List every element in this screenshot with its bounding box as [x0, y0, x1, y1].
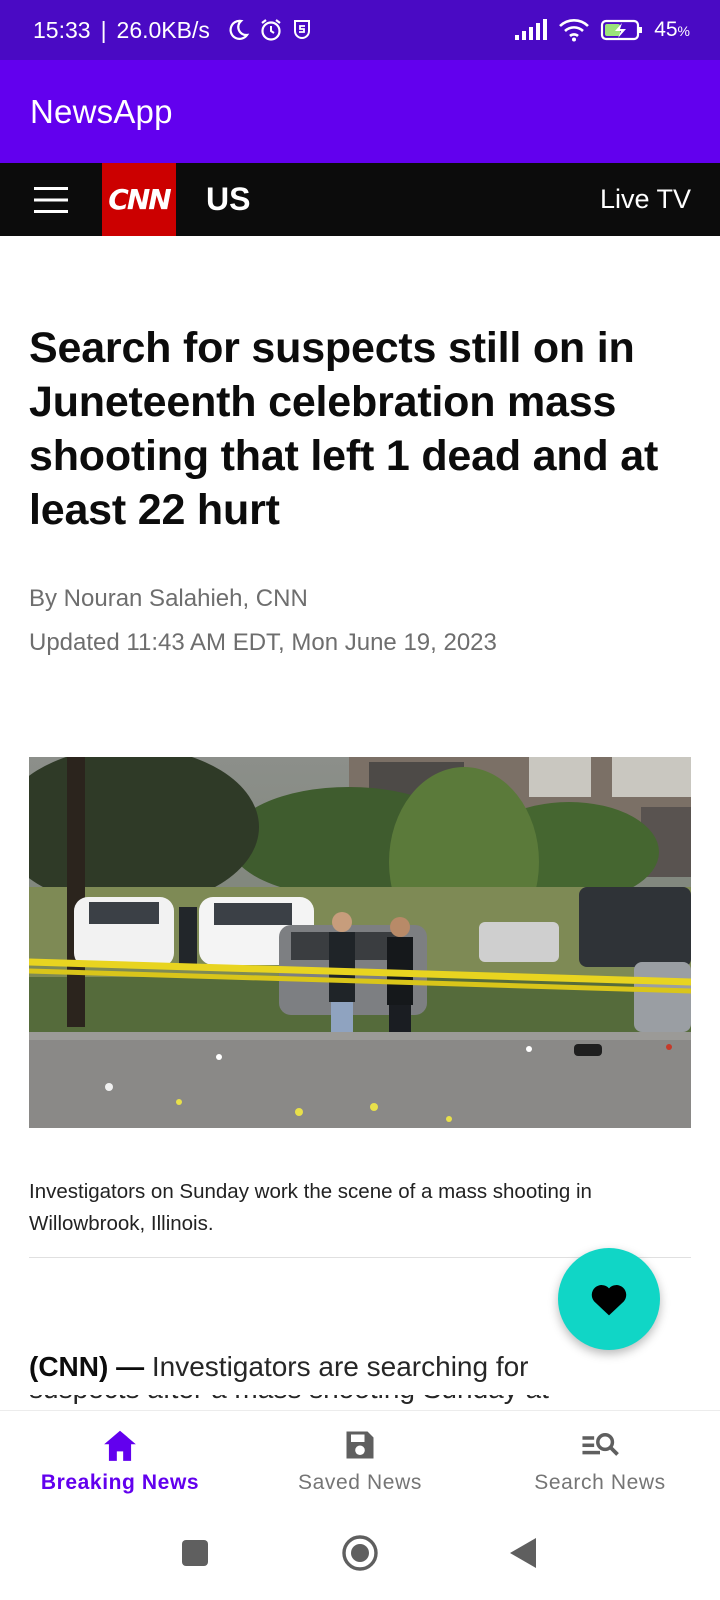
search-list-icon [582, 1433, 619, 1456]
image-caption: Investigators on Sunday work the scene o… [29, 1180, 592, 1235]
hamburger-icon [34, 186, 68, 213]
article-lead: (CNN) — Investigators are searching for [29, 1349, 691, 1385]
alarm-icon [261, 19, 281, 41]
recents-icon [182, 1540, 208, 1566]
recents-button[interactable] [180, 1538, 210, 1573]
nav-search-news-label: Search News [534, 1471, 666, 1494]
lead-next-line: suspects after a mass shooting Sunday at [29, 1395, 691, 1407]
article-byline: By Nouran Salahieh, CNN [29, 585, 308, 612]
app-title: NewsApp [30, 92, 173, 130]
shield-s-icon [293, 20, 310, 39]
article-updated: Updated 11:43 AM EDT, Mon June 19, 2023 [29, 629, 497, 656]
cnn-logo[interactable]: CNN [102, 163, 176, 236]
live-tv-link[interactable]: Live TV [600, 184, 691, 215]
article-headline: Search for suspects still on in Juneteen… [29, 324, 659, 534]
status-net-speed: 26.0KB/s [116, 16, 210, 43]
status-notification-icons [226, 17, 312, 43]
signal-icon [515, 19, 548, 40]
home-icon [104, 1430, 136, 1461]
cnn-header: CNN US Live TV [0, 163, 720, 236]
nav-saved-news-label: Saved News [298, 1471, 422, 1494]
article-lead-next-line: suspects after a mass shooting Sunday at [29, 1395, 691, 1410]
heart-icon [591, 1285, 627, 1316]
lead-source: (CNN) — [29, 1351, 145, 1382]
menu-button[interactable] [0, 163, 102, 236]
edition-link[interactable]: US [206, 181, 250, 218]
back-button[interactable] [508, 1536, 538, 1575]
home-system-button[interactable] [341, 1534, 379, 1577]
home-circle-icon [342, 1535, 378, 1571]
status-separator: | [100, 16, 107, 43]
lead-text: Investigators are searching for [151, 1351, 529, 1382]
bottom-navigation: Breaking News Saved News Search News [0, 1410, 720, 1520]
article-image [29, 757, 691, 1128]
nav-saved-news[interactable]: Saved News [240, 1411, 480, 1520]
system-navigation [0, 1520, 720, 1600]
status-bar: 15:33 | 26.0KB/s 45% [0, 0, 720, 60]
save-icon [346, 1431, 374, 1459]
nav-breaking-news[interactable]: Breaking News [0, 1411, 240, 1520]
status-right: 45% [514, 18, 690, 42]
battery-percent: 45% [654, 18, 690, 41]
back-triangle-icon [510, 1538, 536, 1568]
battery-charging-icon [601, 19, 643, 41]
article-header: Search for suspects still on in Juneteen… [29, 236, 691, 659]
nav-search-news[interactable]: Search News [480, 1411, 720, 1520]
status-left: 15:33 | 26.0KB/s [33, 17, 312, 44]
wifi-icon [559, 19, 590, 42]
app-bar: NewsApp [0, 60, 720, 163]
status-time: 15:33 [33, 16, 91, 43]
moon-icon [229, 19, 250, 40]
save-favorite-button[interactable] [558, 1248, 660, 1350]
nav-breaking-news-label: Breaking News [40, 1471, 200, 1494]
